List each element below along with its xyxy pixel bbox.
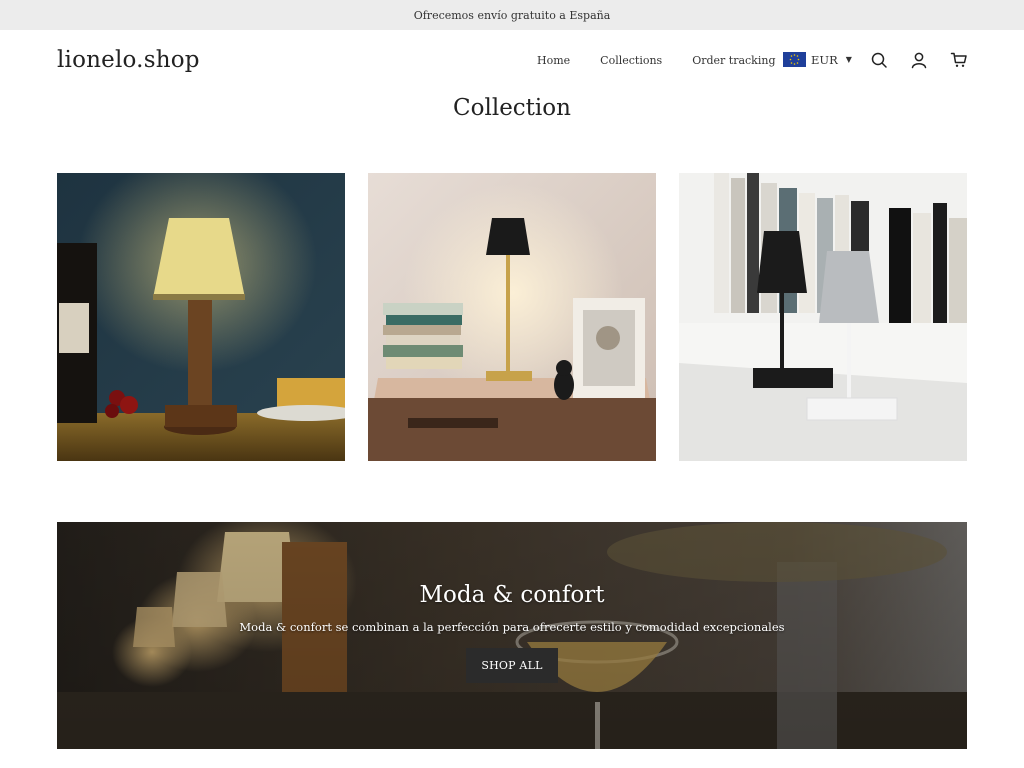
- search-icon[interactable]: [870, 51, 888, 69]
- site-header: lionelo.shop Home Collections Order trac…: [0, 30, 1024, 90]
- account-icon[interactable]: [910, 51, 928, 69]
- banner-content: Moda & confort Moda & confort se combina…: [57, 522, 967, 749]
- bookshelf-lamps-image: [679, 173, 967, 461]
- caret-down-icon: ▼: [845, 55, 852, 64]
- announcement-text: Ofrecemos envío gratuito a España: [413, 8, 611, 22]
- collection-card-3[interactable]: [679, 173, 967, 461]
- site-logo[interactable]: lionelo.shop: [57, 47, 200, 73]
- nav-home[interactable]: Home: [537, 54, 570, 67]
- cart-icon[interactable]: [950, 51, 968, 69]
- currency-code: EUR: [811, 52, 838, 67]
- page-title: Collection: [453, 95, 571, 121]
- table-lamp-image: [57, 173, 345, 461]
- hero-banner: Moda & confort Moda & confort se combina…: [57, 522, 967, 749]
- collection-card-2[interactable]: [368, 173, 656, 461]
- main-nav: Home Collections Order tracking: [537, 30, 806, 90]
- collection-grid: [57, 173, 967, 461]
- banner-title: Moda & confort: [419, 582, 605, 608]
- nav-collections[interactable]: Collections: [600, 54, 662, 67]
- banner-subtitle: Moda & confort se combinan a la perfecci…: [239, 620, 785, 634]
- shop-all-button[interactable]: SHOP ALL: [466, 648, 558, 683]
- announcement-bar: Ofrecemos envío gratuito a España: [0, 0, 1024, 30]
- collection-card-1[interactable]: [57, 173, 345, 461]
- dresser-lamp-image: [368, 173, 656, 461]
- eu-flag-icon: [783, 52, 806, 67]
- currency-selector[interactable]: EUR ▼: [783, 52, 852, 67]
- nav-order-tracking[interactable]: Order tracking: [692, 54, 775, 67]
